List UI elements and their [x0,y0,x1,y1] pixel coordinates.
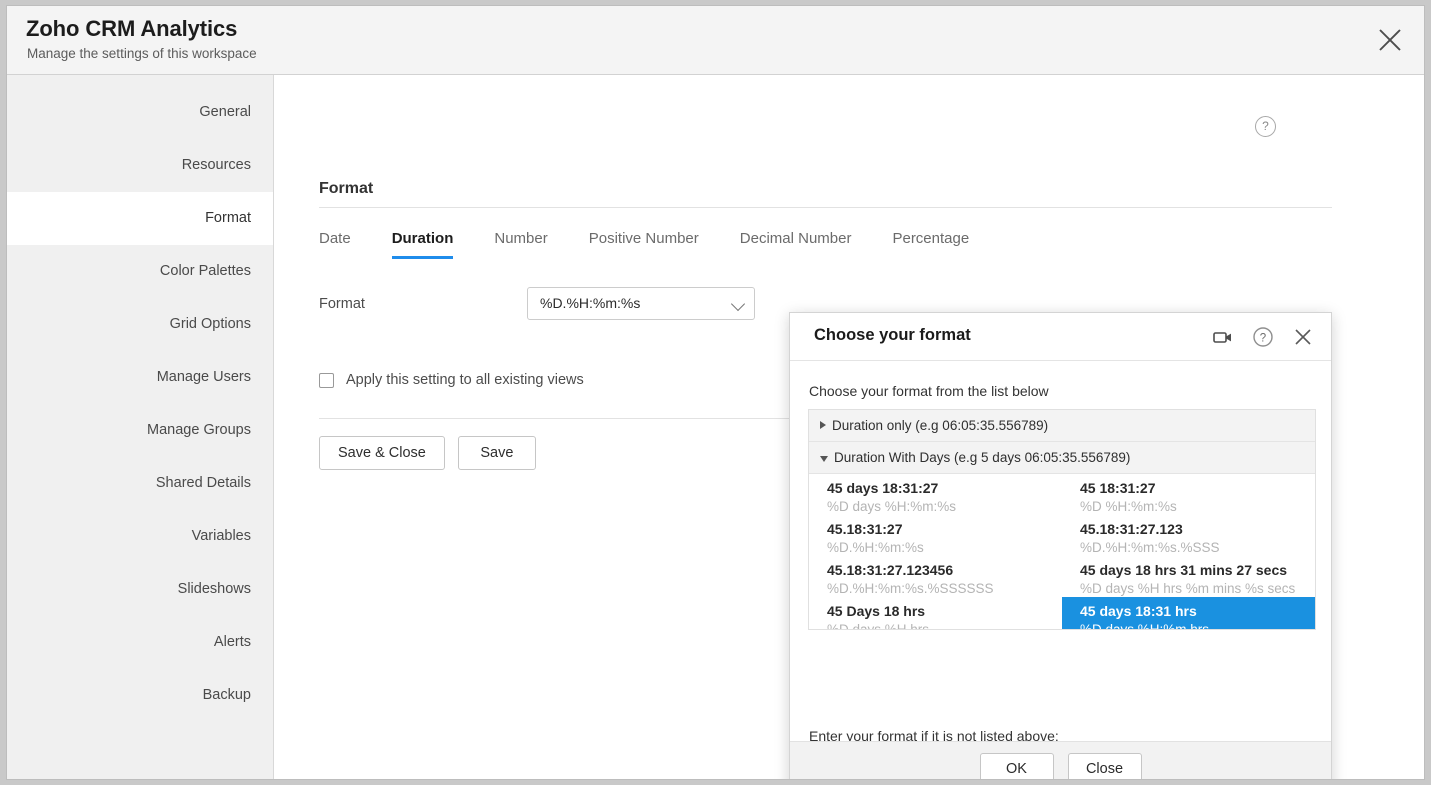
format-panel: Format ? Date Duration Number Positive N… [274,75,1424,779]
close-button[interactable]: Close [1068,753,1142,780]
sidebar-item-resources[interactable]: Resources [7,139,273,192]
help-circle-icon[interactable]: ? [1255,116,1276,137]
format-pattern: %D days %H:%m:%s [827,498,1056,516]
accordion-label: Duration only (e.g 06:05:35.556789) [832,418,1048,433]
tab-positive-number[interactable]: Positive Number [589,230,699,259]
choose-format-dialog: Choose your format ? [789,312,1332,779]
apply-all-label: Apply this setting to all existing views [346,372,584,388]
format-list[interactable]: 45 days 18:31:27 %D days %H:%m:%s 45 18:… [809,474,1315,629]
section-divider [319,207,1332,208]
format-sample: 45.18:31:27 [827,520,1056,539]
format-pattern: %D days %H hrs [827,621,1056,629]
dialog-footer: OK Close [790,741,1331,779]
settings-sidebar: General Resources Format Color Palettes … [7,75,274,779]
format-sample: 45 days 18:31 hrs [1080,602,1309,621]
format-sample: 45 18:31:27 [1080,479,1309,498]
format-field-row: Format %D.%H:%m:%s [319,287,755,320]
sidebar-item-manage-users[interactable]: Manage Users [7,351,273,404]
accordion-header-duration-with-days[interactable]: Duration With Days (e.g 5 days 06:05:35.… [809,442,1315,474]
sidebar-item-slideshows[interactable]: Slideshows [7,563,273,616]
close-icon[interactable] [1373,23,1407,57]
sidebar-item-color-palettes[interactable]: Color Palettes [7,245,273,298]
tab-date[interactable]: Date [319,230,351,259]
format-field-label: Format [319,296,527,312]
sidebar-item-manage-groups[interactable]: Manage Groups [7,404,273,457]
window-body: General Resources Format Color Palettes … [7,75,1424,779]
format-pattern: %D days %H:%m hrs [1080,621,1309,629]
sidebar-item-variables[interactable]: Variables [7,510,273,563]
sidebar-item-format[interactable]: Format [7,192,273,245]
chevron-down-icon [820,456,828,462]
list-item[interactable]: 45.18:31:27.123456 %D.%H:%m:%s.%SSSSSS [809,556,1062,597]
page-subtitle: Manage the settings of this workspace [27,46,257,61]
format-pattern: %D.%H:%m:%s.%SSS [1080,539,1309,557]
section-title: Format [319,180,373,198]
sidebar-item-backup[interactable]: Backup [7,669,273,722]
list-item[interactable]: 45 days 18 hrs 31 mins 27 secs %D days %… [1062,556,1315,597]
tab-percentage[interactable]: Percentage [892,230,969,259]
format-pattern: %D.%H:%m:%s.%SSSSSS [827,580,1056,598]
chevron-right-icon [820,421,826,429]
video-camera-icon[interactable] [1211,325,1235,349]
sidebar-item-shared-details[interactable]: Shared Details [7,457,273,510]
tab-number[interactable]: Number [494,230,547,259]
sidebar-item-alerts[interactable]: Alerts [7,616,273,669]
format-select-value: %D.%H:%m:%s [540,295,640,311]
format-sample: 45.18:31:27.123456 [827,561,1056,580]
format-pattern: %D %H:%m:%s [1080,498,1309,516]
ok-button[interactable]: OK [980,753,1054,780]
format-sample: 45 days 18 hrs 31 mins 27 secs [1080,561,1309,580]
list-item[interactable]: 45.18:31:27 %D.%H:%m:%s [809,515,1062,556]
help-circle-icon[interactable]: ? [1251,325,1275,349]
format-pattern: %D.%H:%m:%s [827,539,1056,557]
list-item[interactable]: 45 18:31:27 %D %H:%m:%s [1062,474,1315,515]
svg-text:?: ? [1260,332,1266,344]
dialog-hint: Choose your format from the list below [809,383,1049,399]
format-grid: 45 days 18:31:27 %D days %H:%m:%s 45 18:… [809,474,1315,629]
dialog-body: Choose your format from the list below D… [790,361,1331,743]
format-sample: 45.18:31:27.123 [1080,520,1309,539]
format-accordion: Duration only (e.g 06:05:35.556789) Dura… [808,409,1316,630]
dialog-header: Choose your format ? [790,313,1331,361]
chevron-down-icon [731,297,745,311]
format-pattern: %D days %H hrs %m mins %s secs [1080,580,1309,598]
format-select[interactable]: %D.%H:%m:%s [527,287,755,320]
list-item[interactable]: 45 Days 18 hrs %D days %H hrs [809,597,1062,629]
accordion-header-duration-only[interactable]: Duration only (e.g 06:05:35.556789) [809,410,1315,442]
dialog-title: Choose your format [814,326,971,345]
save-button[interactable]: Save [458,436,536,470]
format-sample: 45 days 18:31:27 [827,479,1056,498]
settings-window: Zoho CRM Analytics Manage the settings o… [6,5,1425,780]
list-item[interactable]: 45.18:31:27.123 %D.%H:%m:%s.%SSS [1062,515,1315,556]
apply-all-checkbox[interactable] [319,373,334,388]
apply-all-row: Apply this setting to all existing views [319,372,584,388]
window-header: Zoho CRM Analytics Manage the settings o… [7,6,1424,75]
close-icon[interactable] [1291,325,1315,349]
list-item[interactable]: 45 days 18:31:27 %D days %H:%m:%s [809,474,1062,515]
list-item-selected[interactable]: 45 days 18:31 hrs %D days %H:%m hrs [1062,597,1315,629]
tab-decimal-number[interactable]: Decimal Number [740,230,852,259]
action-buttons: Save & Close Save [319,436,549,470]
format-sample: 45 Days 18 hrs [827,602,1056,621]
accordion-label: Duration With Days (e.g 5 days 06:05:35.… [834,450,1130,465]
sidebar-item-grid-options[interactable]: Grid Options [7,298,273,351]
save-and-close-button[interactable]: Save & Close [319,436,445,470]
page-title: Zoho CRM Analytics [26,16,237,42]
sidebar-item-general[interactable]: General [7,86,273,139]
tab-duration[interactable]: Duration [392,230,454,259]
format-tabs: Date Duration Number Positive Number Dec… [319,230,1010,259]
